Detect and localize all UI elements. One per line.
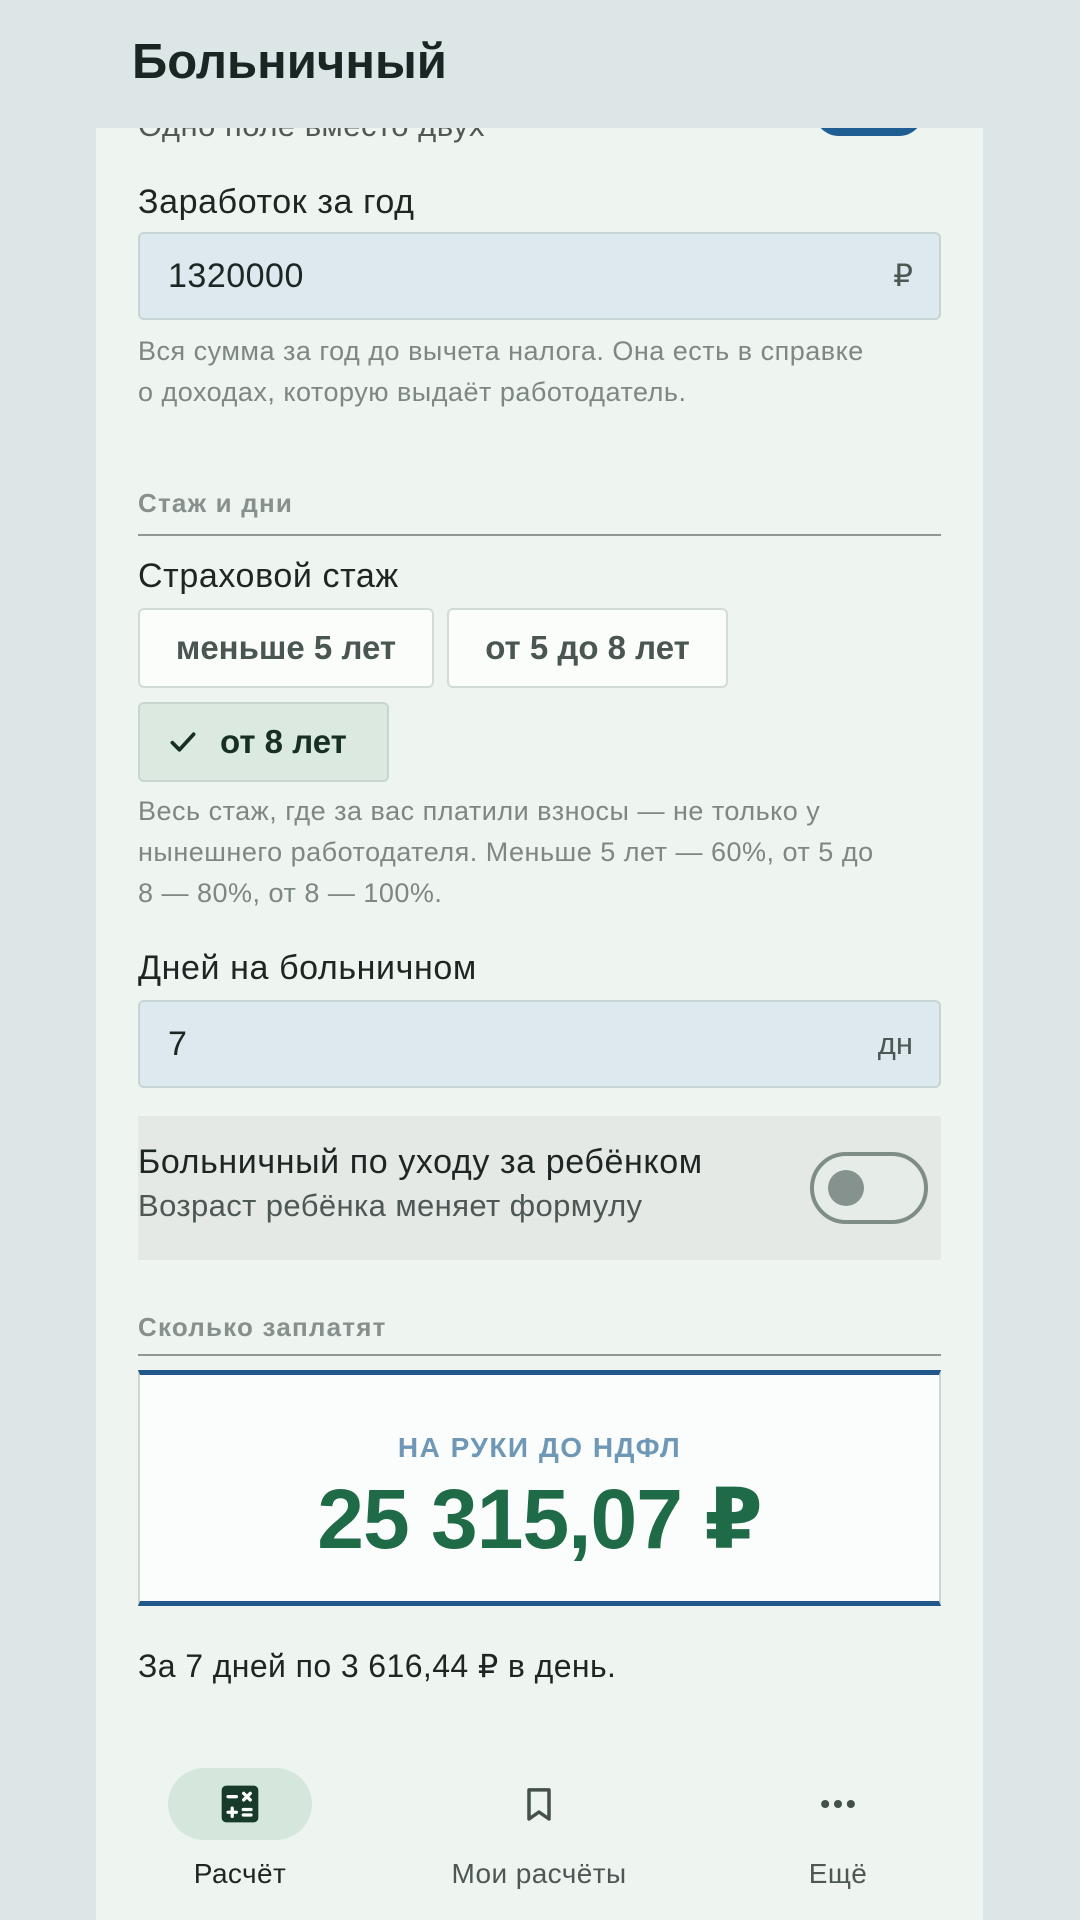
days-value: 7 — [168, 1025, 188, 1063]
earnings-value: 1320000 — [168, 257, 304, 295]
insurance-helper-text: Весь стаж, где за вас платили взносы — н… — [138, 791, 874, 914]
nav-active-indicator — [168, 1768, 312, 1840]
chip-8-plus-years[interactable]: от 8 лет — [138, 702, 389, 782]
result-amount: 25 315,07 ₽ — [317, 1472, 762, 1566]
nav-label: Расчёт — [193, 1858, 287, 1889]
nav-indicator — [467, 1768, 611, 1840]
section-title-result: Сколько заплатят — [138, 1312, 387, 1342]
days-suffix: дн — [877, 1026, 913, 1061]
section-divider — [138, 1354, 941, 1356]
nav-label: Мои расчёты — [451, 1858, 627, 1889]
child-care-title: Больничный по уходу за ребёнком — [138, 1143, 703, 1181]
earnings-helper-line-2: о доходах, которую выдаёт работодатель. — [138, 377, 687, 407]
child-care-subtitle: Возраст ребёнка меняет формулу — [138, 1188, 643, 1223]
chip-label: от 8 лет — [220, 723, 347, 760]
result-label: НА РУКИ ДО НДФЛ — [397, 1432, 682, 1463]
bottom-navigation: Расчёт Мои расчёты Ещё — [96, 1740, 983, 1920]
earnings-input[interactable]: 1320000 ₽ — [138, 232, 941, 320]
form-content[interactable]: Одно поле вместо двух Заработок за год 1… — [96, 86, 983, 1920]
days-input[interactable]: 7 дн — [138, 1000, 941, 1088]
earnings-helper-line-1: Вся сумма за год до вычета налога. Она е… — [138, 336, 864, 366]
chip-label: меньше 5 лет — [175, 629, 397, 666]
nav-label: Ещё — [808, 1858, 868, 1889]
nav-item-calculation[interactable]: Расчёт — [110, 1768, 370, 1898]
check-icon — [170, 732, 196, 752]
bookmark-icon — [527, 1788, 551, 1821]
chip-5-to-8-years[interactable]: от 5 до 8 лет — [447, 608, 728, 688]
section-title-experience: Стаж и дни — [138, 488, 294, 518]
calculator-icon — [221, 1785, 259, 1823]
child-care-switch[interactable] — [810, 1152, 928, 1224]
nav-indicator — [766, 1768, 910, 1840]
insurance-helper-line-2: нынешнего работодателя. Меньше 5 лет — 6… — [138, 837, 874, 867]
app-bar: Больничный — [0, 0, 1080, 128]
nav-item-more[interactable]: Ещё — [708, 1768, 968, 1898]
child-care-row[interactable]: Больничный по уходу за ребёнком Возраст … — [138, 1116, 941, 1260]
more-horizontal-icon — [821, 1799, 855, 1809]
ruble-suffix: ₽ — [893, 258, 913, 293]
insurance-helper-line-3: 8 — 80%, от 8 — 100%. — [138, 878, 443, 908]
earnings-helper-text: Вся сумма за год до вычета налога. Она е… — [138, 331, 864, 413]
insurance-label: Страховой стаж — [138, 557, 399, 595]
result-card: НА РУКИ ДО НДФЛ 25 315,07 ₽ — [138, 1370, 941, 1606]
earnings-label: Заработок за год — [138, 183, 415, 221]
page-title: Больничный — [132, 35, 447, 89]
chip-label: от 5 до 8 лет — [485, 629, 690, 666]
switch-knob — [828, 1170, 864, 1206]
nav-item-my-calculations[interactable]: Мои расчёты — [409, 1768, 669, 1898]
chip-less-5-years[interactable]: меньше 5 лет — [138, 608, 434, 688]
days-label: Дней на больничном — [138, 949, 477, 987]
result-note: За 7 дней по 3 616,44 ₽ в день. — [138, 1648, 617, 1684]
insurance-helper-line-1: Весь стаж, где за вас платили взносы — н… — [138, 796, 821, 826]
section-divider — [138, 534, 941, 536]
